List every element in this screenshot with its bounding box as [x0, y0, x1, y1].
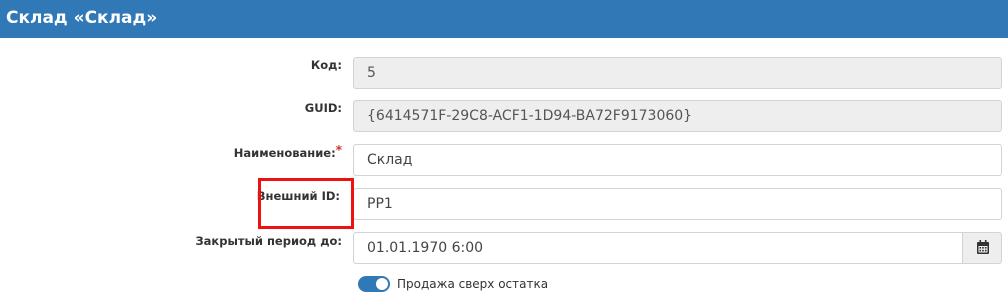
closed-period-input[interactable]: 01.01.1970 6:00	[353, 232, 963, 264]
guid-label: GUID:	[304, 101, 342, 115]
calendar-button[interactable]	[962, 232, 1002, 264]
external-id-input[interactable]: PP1	[353, 188, 1002, 220]
highlight-annotation	[258, 178, 354, 229]
name-label: Наименование:*	[233, 143, 342, 160]
closed-period-label: Закрытый период до:	[195, 234, 342, 248]
calendar-icon	[977, 240, 989, 254]
oversell-toggle[interactable]	[358, 276, 390, 292]
window-title: Склад «Склад»	[6, 8, 158, 28]
window-header: Склад «Склад»	[0, 0, 1008, 38]
code-label: Код:	[310, 58, 342, 72]
oversell-label: Продажа сверх остатка	[397, 277, 549, 291]
name-input[interactable]: Склад	[353, 144, 1002, 176]
required-mark: *	[335, 143, 342, 157]
guid-field: {6414571F-29C8-ACF1-1D94-BA72F9173060}	[353, 100, 1002, 132]
toggle-knob	[376, 278, 388, 290]
code-field: 5	[353, 57, 1002, 89]
